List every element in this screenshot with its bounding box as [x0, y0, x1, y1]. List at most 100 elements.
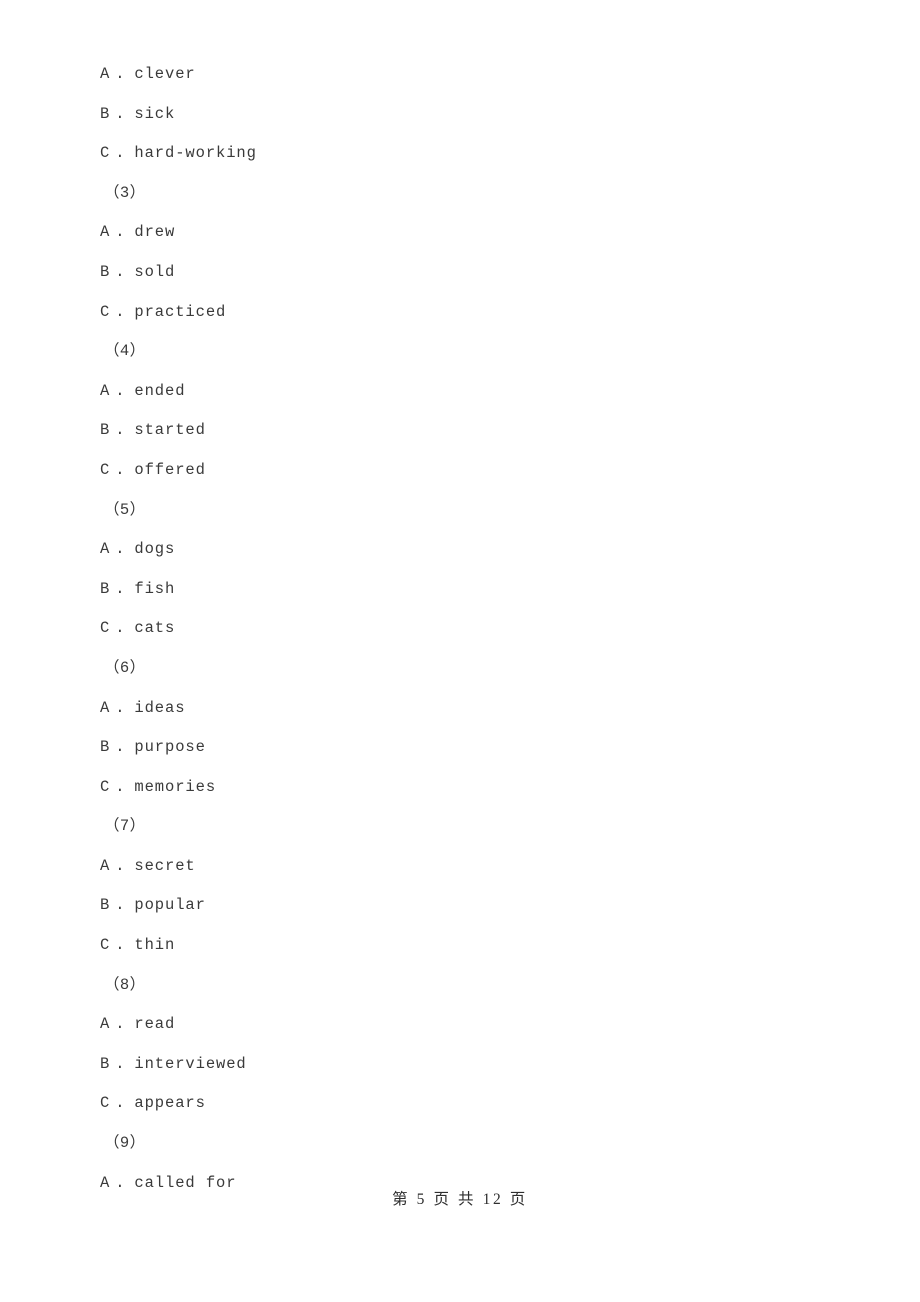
- answer-option-row[interactable]: A. drew: [0, 213, 920, 253]
- option-separator: .: [115, 579, 126, 598]
- option-separator: .: [115, 896, 126, 915]
- option-text: practiced: [134, 302, 227, 321]
- option-text: clever: [134, 65, 196, 83]
- option-text: interviewed: [134, 1054, 247, 1073]
- option-letter: A: [100, 540, 111, 559]
- group-number-label: （9）: [104, 1134, 146, 1153]
- option-text: ideas: [134, 698, 186, 717]
- option-letter: C: [100, 777, 111, 796]
- group-number-label: （3）: [104, 183, 146, 202]
- answer-option-row[interactable]: B. started: [0, 411, 920, 451]
- option-separator: .: [115, 302, 126, 321]
- option-text: purpose: [134, 738, 206, 757]
- option-letter: B: [100, 262, 111, 281]
- option-separator: .: [115, 856, 126, 875]
- option-separator: .: [115, 223, 126, 242]
- option-text: appears: [134, 1094, 206, 1113]
- option-separator: .: [115, 421, 126, 440]
- option-separator: .: [115, 540, 126, 559]
- option-separator: .: [115, 1054, 126, 1073]
- question-group-marker: （9）: [0, 1124, 920, 1164]
- option-separator: .: [115, 936, 126, 955]
- option-letter: C: [100, 460, 111, 479]
- page-footer: 第 5 页 共 12 页: [0, 1188, 920, 1212]
- option-letter: B: [100, 1054, 111, 1073]
- option-text: thin: [134, 936, 176, 955]
- option-letter: A: [100, 1015, 111, 1034]
- option-separator: .: [115, 698, 126, 717]
- footer-page-indicator: 第 5 页 共 12 页: [392, 1191, 528, 1208]
- group-number-label: （4）: [104, 342, 146, 361]
- option-letter: B: [100, 738, 111, 757]
- document-page: A. clever B. sick C. hard-working （3） A. drew B. s…: [0, 0, 920, 1302]
- option-letter: A: [100, 698, 111, 717]
- option-text: sold: [134, 262, 176, 281]
- option-text: sick: [134, 104, 176, 123]
- option-text: memories: [134, 777, 217, 796]
- group-number-label: （7）: [104, 817, 146, 836]
- answer-option-row[interactable]: A. ideas: [0, 689, 920, 729]
- answer-option-row[interactable]: A. ended: [0, 372, 920, 412]
- question-group-marker: （6）: [0, 649, 920, 689]
- option-text: ended: [134, 381, 186, 400]
- option-text: dogs: [134, 540, 176, 559]
- answer-option-row[interactable]: C. cats: [0, 609, 920, 649]
- option-separator: .: [115, 619, 126, 638]
- question-options-list: A. clever B. sick C. hard-working （3） A. drew B. s…: [0, 55, 920, 1203]
- option-separator: .: [115, 460, 126, 479]
- answer-option-row[interactable]: A. read: [0, 1005, 920, 1045]
- question-group-marker: （3）: [0, 174, 920, 214]
- answer-option-row[interactable]: B. sold: [0, 253, 920, 293]
- option-letter: A: [100, 223, 111, 242]
- option-letter: C: [100, 619, 111, 638]
- option-text: hard-working: [134, 144, 257, 163]
- answer-option-row[interactable]: B. fish: [0, 570, 920, 610]
- option-separator: .: [115, 65, 126, 83]
- option-separator: .: [115, 381, 126, 400]
- group-number-label: （8）: [104, 975, 146, 994]
- answer-option-row[interactable]: C. offered: [0, 451, 920, 491]
- option-letter: B: [100, 579, 111, 598]
- option-separator: .: [115, 262, 126, 281]
- option-letter: A: [100, 856, 111, 875]
- option-text: fish: [134, 579, 176, 598]
- option-separator: .: [115, 738, 126, 757]
- answer-option-row[interactable]: B. popular: [0, 886, 920, 926]
- option-text: read: [134, 1015, 176, 1034]
- option-text: started: [134, 421, 206, 440]
- option-separator: .: [115, 1094, 126, 1113]
- option-letter: A: [100, 65, 111, 83]
- answer-option-row[interactable]: B. interviewed: [0, 1045, 920, 1085]
- answer-option-row[interactable]: C. thin: [0, 926, 920, 966]
- option-text: drew: [134, 223, 176, 242]
- answer-option-row[interactable]: A. secret: [0, 847, 920, 887]
- option-letter: C: [100, 302, 111, 321]
- group-number-label: （6）: [104, 658, 146, 677]
- answer-option-row[interactable]: A. clever: [0, 55, 920, 95]
- answer-option-row[interactable]: C. appears: [0, 1084, 920, 1124]
- answer-option-row[interactable]: B. purpose: [0, 728, 920, 768]
- option-separator: .: [115, 777, 126, 796]
- option-letter: C: [100, 1094, 111, 1113]
- option-letter: B: [100, 896, 111, 915]
- option-letter: B: [100, 421, 111, 440]
- question-group-marker: （8）: [0, 966, 920, 1006]
- answer-option-row[interactable]: A. dogs: [0, 530, 920, 570]
- option-separator: .: [115, 104, 126, 123]
- answer-option-row[interactable]: C. practiced: [0, 293, 920, 333]
- option-separator: .: [115, 144, 126, 163]
- question-group-marker: （5）: [0, 491, 920, 531]
- option-letter: A: [100, 381, 111, 400]
- option-letter: C: [100, 144, 111, 163]
- question-group-marker: （4）: [0, 332, 920, 372]
- option-text: popular: [134, 896, 206, 915]
- option-text: secret: [134, 856, 196, 875]
- option-text: cats: [134, 619, 176, 638]
- question-group-marker: （7）: [0, 807, 920, 847]
- answer-option-row[interactable]: C. memories: [0, 768, 920, 808]
- group-number-label: （5）: [104, 500, 146, 519]
- answer-option-row[interactable]: B. sick: [0, 95, 920, 135]
- answer-option-row[interactable]: C. hard-working: [0, 134, 920, 174]
- option-text: offered: [134, 460, 206, 479]
- option-separator: .: [115, 1015, 126, 1034]
